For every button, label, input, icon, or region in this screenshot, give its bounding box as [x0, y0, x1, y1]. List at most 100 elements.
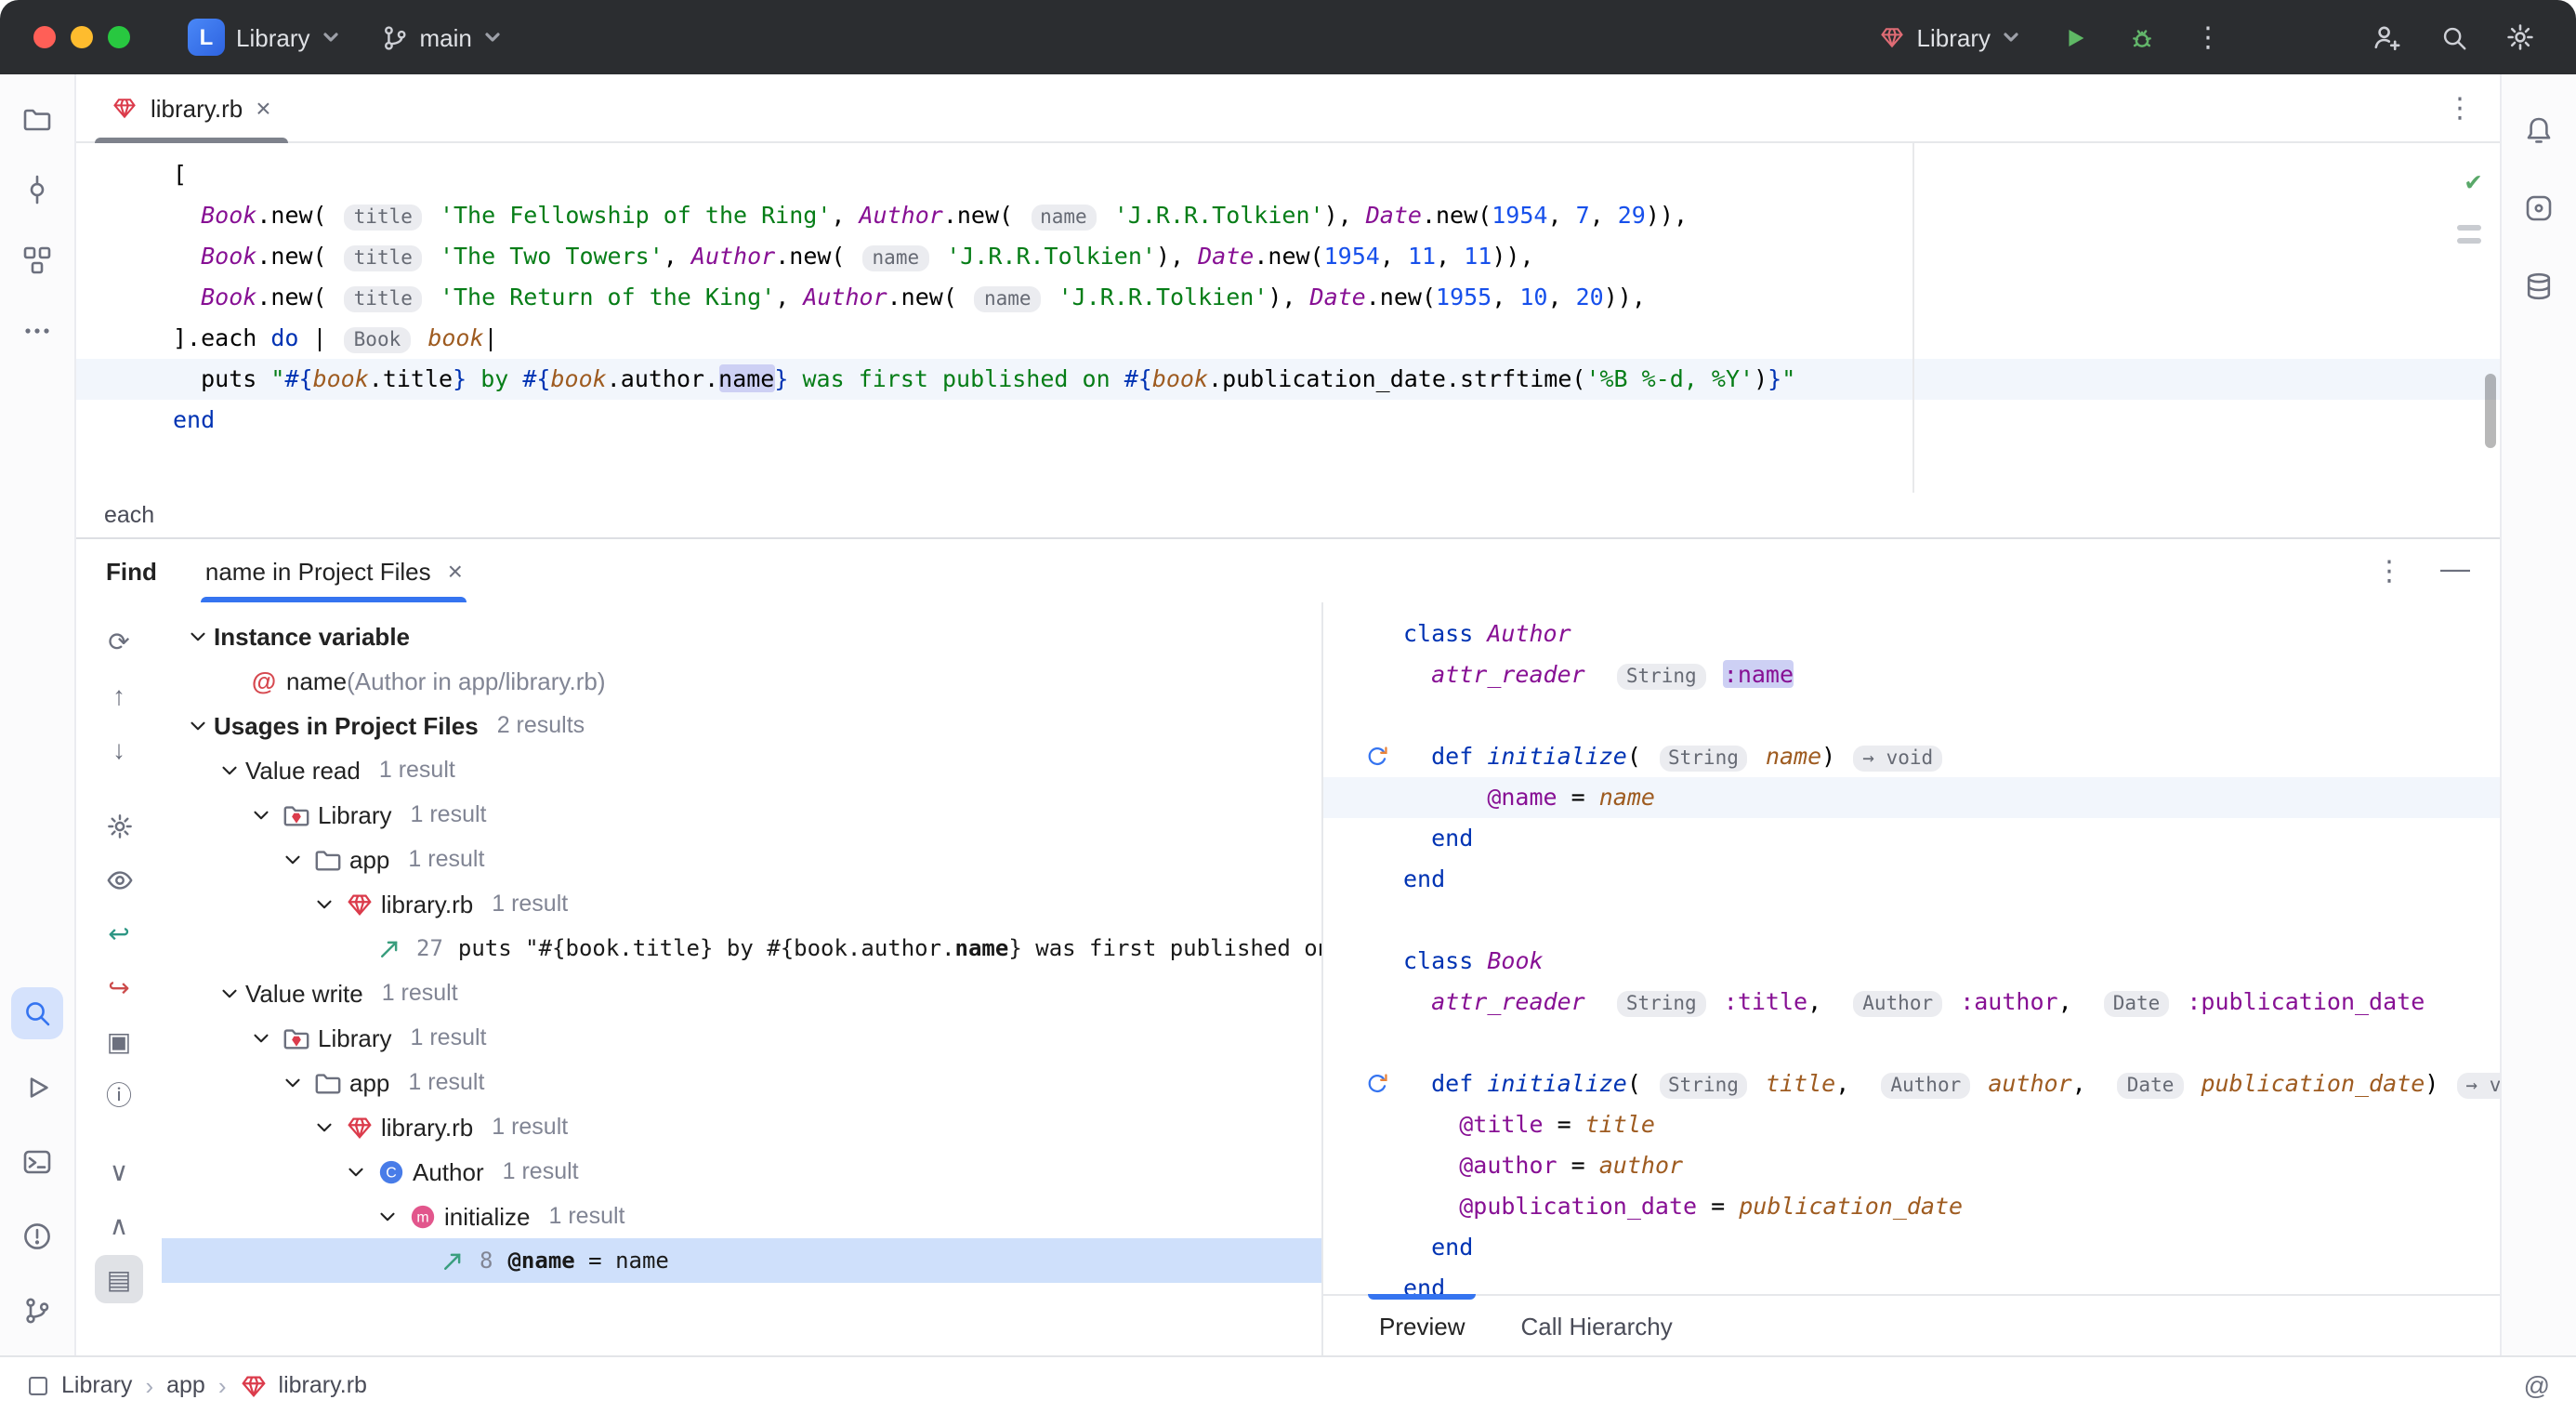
preview-toggle-icon[interactable] — [95, 855, 143, 904]
code-line[interactable]: @author = author — [1323, 1145, 2500, 1186]
collapse-all-icon[interactable]: ∧ — [95, 1201, 143, 1249]
statusbar-crumb-library[interactable]: Library — [26, 1372, 132, 1398]
chevron-down-icon[interactable] — [180, 713, 214, 737]
run-button[interactable] — [2048, 11, 2100, 63]
tree-row-read-usage-27[interactable]: 27 puts "#{book.title} by #{book.author.n… — [162, 926, 1321, 971]
method-gutter-icon[interactable] — [1323, 736, 1403, 777]
ai-icon[interactable] — [2513, 182, 2565, 234]
vcs-icon[interactable] — [11, 1285, 63, 1337]
chevron-down-icon[interactable] — [275, 847, 309, 871]
statusbar-crumb-app[interactable]: app — [166, 1372, 205, 1398]
method-gutter-icon[interactable] — [1323, 1063, 1403, 1104]
code-line[interactable]: class Author — [1323, 614, 2500, 654]
chevron-down-icon[interactable] — [243, 1025, 277, 1050]
code-with-me-button[interactable] — [2360, 11, 2412, 63]
zoom-window-button[interactable] — [108, 26, 130, 48]
close-icon[interactable]: × — [256, 95, 270, 121]
chevron-down-icon[interactable] — [338, 1159, 372, 1183]
find-tab-active[interactable]: name in Project Files × — [201, 539, 467, 602]
chevron-down-icon[interactable] — [243, 802, 277, 826]
code-line[interactable] — [1323, 695, 2500, 736]
tab-call-hierarchy[interactable]: Call Hierarchy — [1521, 1296, 1673, 1355]
tree-row-write-initialize[interactable]: m initialize 1 result — [162, 1194, 1321, 1238]
code-line[interactable]: attr_reader String :name — [1323, 654, 2500, 695]
project-icon[interactable] — [11, 93, 63, 145]
code-line[interactable]: puts "#{book.title} by #{book.author.nam… — [76, 359, 2500, 400]
autoscroll-to-source-icon[interactable]: ↪ — [95, 963, 143, 1011]
code-line[interactable]: @publication_date = publication_date — [1323, 1186, 2500, 1227]
statusbar-crumb-library-rb[interactable]: library.rb — [240, 1371, 367, 1399]
hide-tool-window-icon[interactable]: — — [2440, 554, 2470, 588]
settings-button[interactable] — [2494, 11, 2546, 63]
jump-to-source-icon[interactable]: ↩ — [95, 909, 143, 957]
tree-row-ivar-name[interactable]: @ name (Author in app/library.rb) — [162, 658, 1321, 703]
code-line[interactable]: end — [1323, 1268, 2500, 1294]
bell-icon[interactable] — [2513, 104, 2565, 156]
close-window-button[interactable] — [33, 26, 56, 48]
code-line[interactable]: [ — [76, 154, 2500, 195]
search-icon[interactable] — [11, 987, 63, 1039]
preview-code[interactable]: class Author attr_reader String :name de… — [1323, 602, 2500, 1294]
code-line[interactable]: end — [1323, 818, 2500, 859]
more-actions-button[interactable]: ⋮ — [2182, 11, 2234, 63]
tree-row-read-library-rb[interactable]: library.rb 1 result — [162, 881, 1321, 926]
database-icon[interactable] — [2513, 260, 2565, 312]
chevron-down-icon[interactable] — [307, 891, 340, 916]
search-everywhere-button[interactable] — [2427, 11, 2479, 63]
chevron-down-icon[interactable] — [370, 1204, 403, 1228]
code-line[interactable]: attr_reader String :title, Author :autho… — [1323, 982, 2500, 1023]
tree-row-instance-variable[interactable]: Instance variable — [162, 614, 1321, 658]
layout-icon[interactable]: ▤ — [95, 1255, 143, 1303]
editor-breadcrumb[interactable]: each — [76, 493, 2500, 537]
editor-scrollbar[interactable] — [2485, 374, 2496, 448]
tree-row-write-library[interactable]: Library 1 result — [162, 1015, 1321, 1060]
tree-row-read-app[interactable]: app 1 result — [162, 837, 1321, 881]
tree-row-value-write[interactable]: Value write 1 result — [162, 971, 1321, 1015]
code-line[interactable]: @title = title — [1323, 1104, 2500, 1145]
code-line[interactable]: end — [1323, 1227, 2500, 1268]
project-widget[interactable]: L Library — [175, 11, 353, 63]
code-editor[interactable]: [ Book.new( title 'The Fellowship of the… — [76, 143, 2500, 493]
chevron-down-icon[interactable] — [307, 1115, 340, 1139]
tree-row-value-read[interactable]: Value read 1 result — [162, 747, 1321, 792]
code-line[interactable]: @name = name — [1323, 777, 2500, 818]
code-line[interactable] — [1323, 900, 2500, 941]
breadcrumb-item[interactable]: each — [104, 502, 154, 528]
tree-row-read-library[interactable]: Library 1 result — [162, 792, 1321, 837]
run-configuration-widget[interactable]: Library — [1867, 16, 2034, 59]
commit-icon[interactable] — [11, 164, 63, 216]
tab-options-icon[interactable]: ⋮ — [2446, 91, 2474, 125]
code-line[interactable]: ].each do | Book book| — [76, 318, 2500, 359]
code-line[interactable]: def initialize( String title, Author aut… — [1323, 1063, 2500, 1104]
branch-widget[interactable]: main — [368, 16, 515, 59]
code-line[interactable]: Book.new( title 'The Two Towers', Author… — [76, 236, 2500, 277]
info-icon[interactable]: ⓘ — [95, 1071, 143, 1119]
previous-occurrence-icon[interactable]: ↑ — [95, 671, 143, 720]
code-line[interactable]: class Book — [1323, 941, 2500, 982]
minimize-window-button[interactable] — [71, 26, 93, 48]
tree-row-write-author[interactable]: C Author 1 result — [162, 1149, 1321, 1194]
tree-row-usages-header[interactable]: Usages in Project Files 2 results — [162, 703, 1321, 747]
close-icon[interactable]: × — [448, 558, 463, 584]
more-icon[interactable] — [11, 305, 63, 357]
ai-assistant-status-icon[interactable]: @ — [2524, 1370, 2550, 1400]
settings-icon[interactable] — [95, 801, 143, 850]
editor-tab-library-rb[interactable]: library.rb × — [91, 74, 292, 143]
chevron-down-icon[interactable] — [275, 1070, 309, 1094]
expand-all-icon[interactable]: ∨ — [95, 1147, 143, 1195]
tab-preview[interactable]: Preview — [1367, 1294, 1478, 1355]
debug-button[interactable] — [2115, 11, 2167, 63]
code-line[interactable]: Book.new( title 'The Return of the King'… — [76, 277, 2500, 318]
code-line[interactable]: def initialize( String name) → void — [1323, 736, 2500, 777]
group-by-icon[interactable]: ▣ — [95, 1017, 143, 1065]
problems-icon[interactable] — [11, 1210, 63, 1262]
tree-row-write-usage-8[interactable]: 8 @name = name — [162, 1238, 1321, 1283]
run-icon[interactable] — [11, 1062, 63, 1114]
structure-icon[interactable] — [11, 234, 63, 286]
next-occurrence-icon[interactable]: ↓ — [95, 725, 143, 773]
code-line[interactable]: end — [76, 400, 2500, 441]
code-line[interactable]: Book.new( title 'The Fellowship of the R… — [76, 195, 2500, 236]
code-line[interactable] — [1323, 1023, 2500, 1063]
chevron-down-icon[interactable] — [212, 981, 245, 1005]
chevron-down-icon[interactable] — [180, 624, 214, 648]
